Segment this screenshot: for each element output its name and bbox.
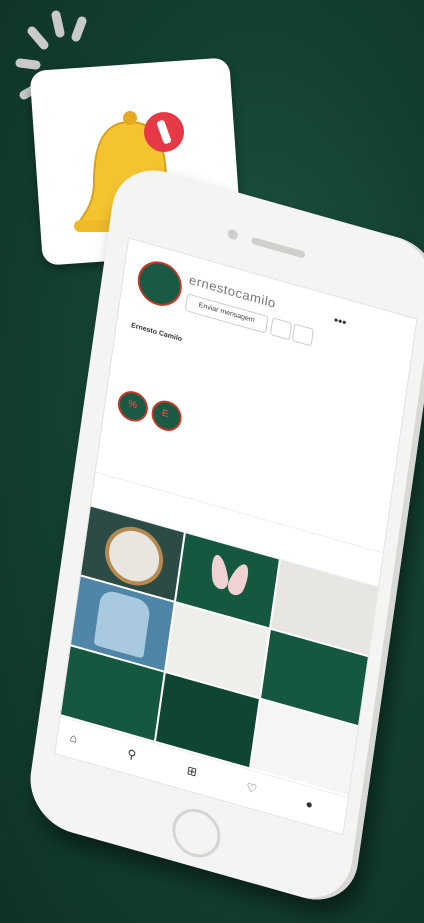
front-camera	[227, 228, 239, 241]
story-highlights: % E	[115, 387, 269, 469]
highlight-item[interactable]: E	[149, 397, 184, 435]
home-icon[interactable]: ⌂	[69, 730, 78, 746]
profile-header: ernestocamilo ••• Enviar mensagem	[128, 249, 405, 392]
shirt-image	[93, 588, 152, 659]
search-icon[interactable]: ⚲	[127, 746, 138, 762]
suggested-button[interactable]	[291, 323, 314, 347]
profile-icon[interactable]: ●	[305, 797, 314, 813]
phone-body: ernestocamilo ••• Enviar mensagem Ernest…	[24, 159, 424, 911]
heart-icon[interactable]: ♡	[245, 780, 258, 797]
highlight-item[interactable]: %	[115, 387, 150, 426]
leaf-shape	[224, 560, 253, 599]
phone-screen: ernestocamilo ••• Enviar mensagem Ernest…	[54, 237, 418, 836]
add-post-icon[interactable]: ⊞	[186, 763, 198, 779]
avatar[interactable]	[134, 256, 185, 312]
phone-mockup: ernestocamilo ••• Enviar mensagem Ernest…	[24, 159, 424, 911]
speaker-grille	[251, 236, 306, 259]
home-button[interactable]	[169, 803, 224, 864]
tab-tagged[interactable]	[303, 537, 362, 554]
tab-reels[interactable]	[209, 510, 268, 527]
tab-posts[interactable]	[115, 484, 174, 501]
leaf-shape	[209, 554, 230, 590]
follow-button[interactable]	[269, 317, 293, 341]
more-options-icon[interactable]: •••	[333, 313, 347, 330]
hoop-image	[101, 519, 167, 593]
